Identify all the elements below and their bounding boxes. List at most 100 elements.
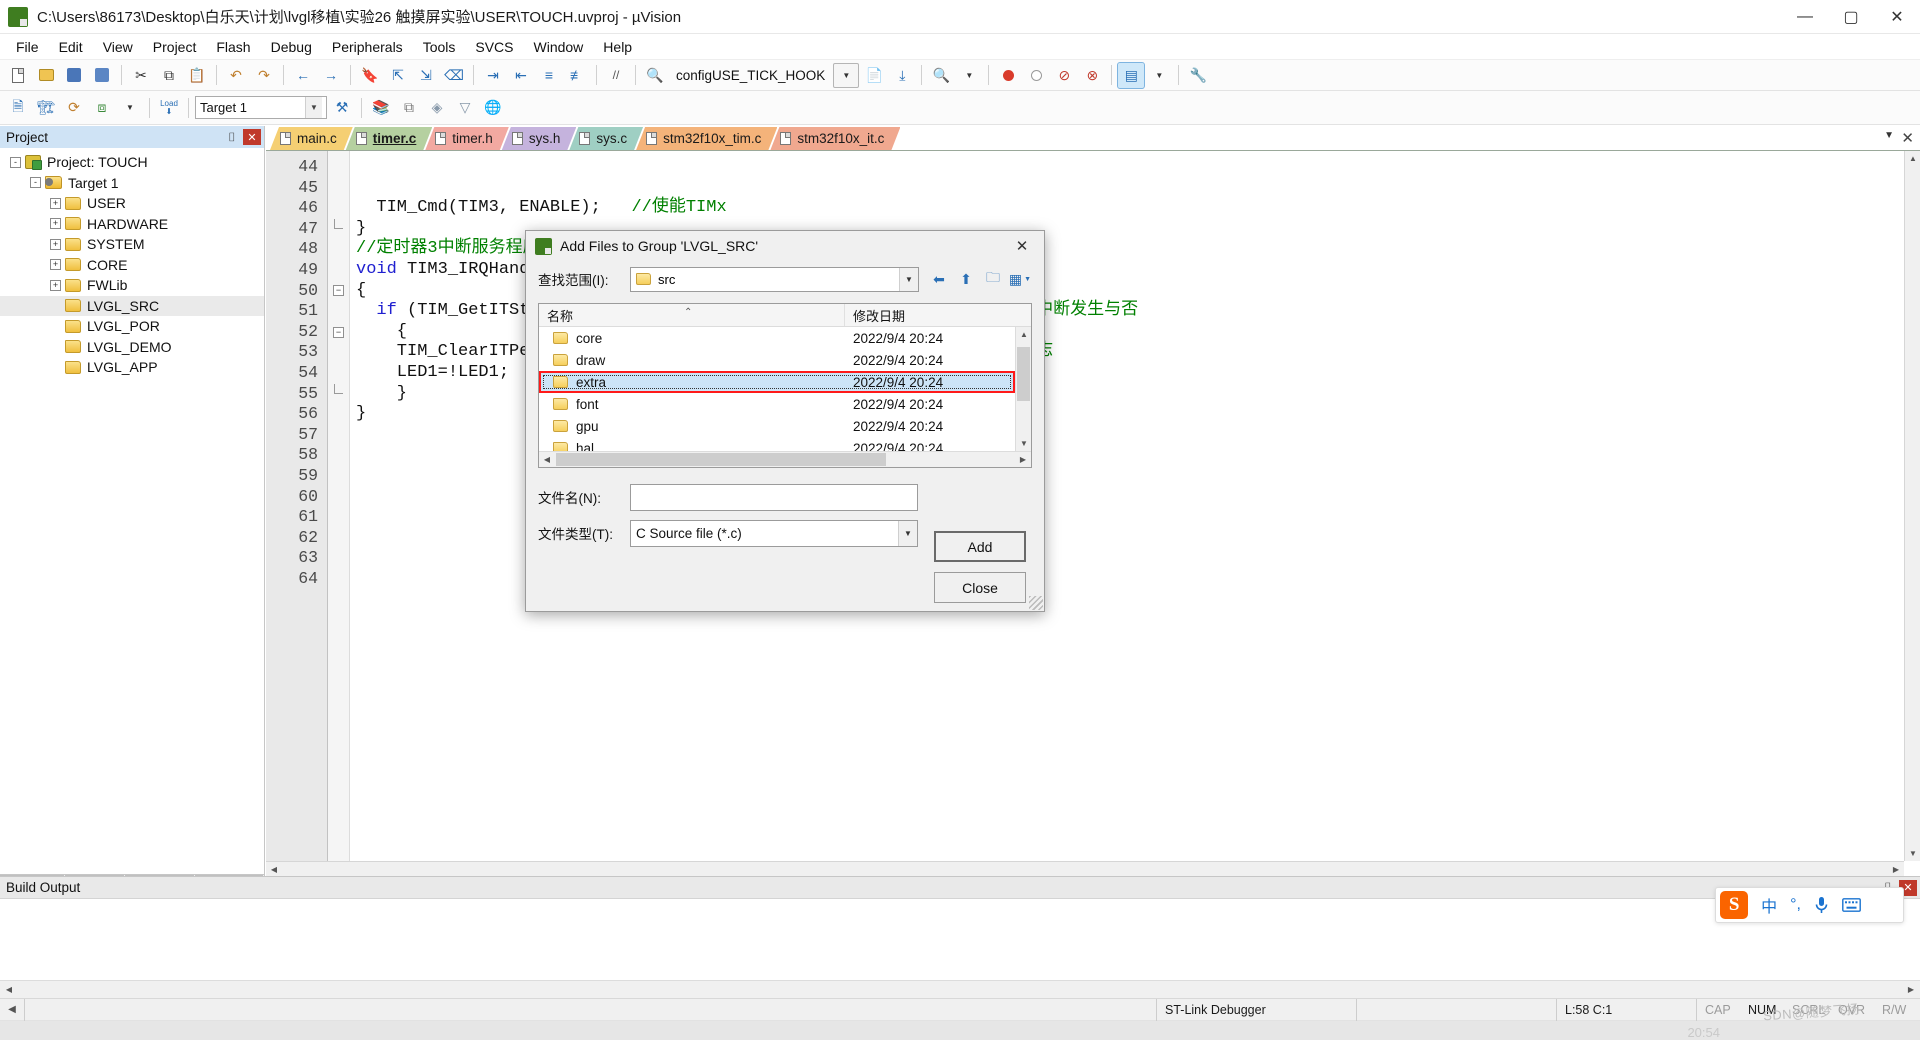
column-header-name[interactable]: 名称 ⌃	[539, 304, 845, 326]
outdent-icon[interactable]: ⇤	[508, 63, 534, 88]
ime-apps-icon[interactable]	[1874, 897, 1890, 913]
tree-item-target-1[interactable]: - Target 1	[0, 173, 264, 194]
navigate-back-icon[interactable]: ←	[290, 63, 316, 88]
menu-file[interactable]: File	[6, 36, 49, 58]
breakpoint-disabled-icon[interactable]	[1023, 63, 1049, 88]
tree-item-user[interactable]: + USER	[0, 193, 264, 214]
build-output-horizontal-scrollbar[interactable]: ◀ ▶	[0, 980, 1920, 998]
editor-vertical-scrollbar[interactable]: ▲ ▼	[1904, 151, 1920, 861]
view-mode-chevron-icon[interactable]: ▼	[1024, 276, 1031, 283]
pin-icon[interactable]: ⌷	[224, 129, 240, 145]
tree-item-lvgl-app[interactable]: LVGL_APP	[0, 357, 264, 378]
editor-horizontal-scrollbar[interactable]: ◀ ▶	[266, 861, 1904, 876]
search-target-icon[interactable]: 🔍	[928, 63, 954, 88]
bookmark-prev-icon[interactable]: ⇱	[385, 63, 411, 88]
file-list-row[interactable]: gpu 2022/9/4 20:24	[539, 415, 1015, 437]
collapse-icon[interactable]: -	[30, 177, 41, 189]
tree-item-lvgl-src[interactable]: LVGL_SRC	[0, 295, 264, 316]
tree-item-lvgl-demo[interactable]: LVGL_DEMO	[0, 337, 264, 358]
target-options-icon[interactable]: ⚒	[329, 95, 355, 120]
close-button[interactable]: ✕	[1874, 0, 1920, 34]
editor-tab-timer-h[interactable]: timer.h	[425, 127, 509, 150]
manage-windows-dropdown-icon[interactable]: ▼	[1146, 63, 1172, 88]
bookmark-next-icon[interactable]: ⇲	[413, 63, 439, 88]
column-header-date[interactable]: 修改日期	[845, 304, 1031, 326]
search-dropdown-icon[interactable]: ▼	[956, 63, 982, 88]
component-icon[interactable]: ◈	[424, 95, 450, 120]
menu-tools[interactable]: Tools	[413, 36, 466, 58]
paste-icon[interactable]: 📋	[184, 63, 210, 88]
tree-item-lvgl-por[interactable]: LVGL_POR	[0, 316, 264, 337]
disable-all-breakpoints-icon[interactable]: ⊘	[1051, 63, 1077, 88]
file-list-row[interactable]: font 2022/9/4 20:24	[539, 393, 1015, 415]
view-mode-button-icon[interactable]: ▦ ▼	[1008, 268, 1032, 291]
expand-icon[interactable]: +	[50, 197, 61, 209]
scroll-right-icon[interactable]: ▶	[1888, 862, 1904, 876]
back-button-icon[interactable]: ⬅	[927, 268, 951, 291]
target-select[interactable]: Target 1 ▼	[195, 96, 327, 119]
kill-all-breakpoints-icon[interactable]: ⊗	[1079, 63, 1105, 88]
tree-item-fwlib[interactable]: + FWLib	[0, 275, 264, 296]
menu-project[interactable]: Project	[143, 36, 207, 58]
close-panel-icon[interactable]: ✕	[243, 129, 261, 145]
dialog-close-button[interactable]: ✕	[1000, 231, 1044, 261]
file-list-row[interactable]: draw 2022/9/4 20:24	[539, 349, 1015, 371]
ime-mode-icon[interactable]: 中	[1761, 893, 1777, 917]
file-list-horizontal-scrollbar[interactable]: ◀ ▶	[539, 451, 1031, 467]
menu-peripherals[interactable]: Peripherals	[322, 36, 413, 58]
file-scroll-down-icon[interactable]: ▼	[1016, 436, 1031, 451]
file-list-vertical-scrollbar[interactable]: ▲ ▼	[1015, 327, 1031, 451]
chevron-down-icon[interactable]: ▼	[305, 97, 322, 118]
batch-build-dropdown-icon[interactable]: ▼	[117, 95, 143, 120]
menu-debug[interactable]: Debug	[261, 36, 322, 58]
fold-marker[interactable]: −	[328, 322, 349, 343]
chevron-down-icon[interactable]: ▼	[898, 520, 917, 546]
filter-icon[interactable]: ▽	[452, 95, 478, 120]
tree-item-system[interactable]: + SYSTEM	[0, 234, 264, 255]
pack-installer-icon[interactable]: 🌐	[480, 95, 506, 120]
editor-tab-stm32f10x-tim-c[interactable]: stm32f10x_tim.c	[636, 127, 777, 150]
build-scroll-right-icon[interactable]: ▶	[1902, 981, 1920, 999]
download-icon[interactable]: Load ⬇	[156, 95, 182, 120]
ime-punctuation-icon[interactable]: °,	[1790, 896, 1801, 914]
tree-item-project-touch[interactable]: - Project: TOUCH	[0, 152, 264, 173]
tab-close-icon[interactable]: ✕	[1901, 129, 1914, 147]
chevron-down-icon[interactable]: ▼	[899, 267, 918, 291]
file-hscroll-left-icon[interactable]: ◀	[539, 452, 555, 467]
file-hscroll-right-icon[interactable]: ▶	[1015, 452, 1031, 467]
menu-view[interactable]: View	[93, 36, 143, 58]
manage-project-items-icon[interactable]: 📚	[368, 95, 394, 120]
tree-item-core[interactable]: + CORE	[0, 255, 264, 276]
bookmark-toggle-icon[interactable]: 🔖	[357, 63, 383, 88]
editor-tab-sys-c[interactable]: sys.c	[569, 127, 643, 150]
up-folder-button-icon[interactable]: ⬆	[954, 268, 978, 291]
breakpoint-icon[interactable]	[995, 63, 1021, 88]
file-scroll-thumb[interactable]	[1017, 347, 1030, 401]
goto-definition-icon[interactable]: ⤓	[889, 63, 915, 88]
cut-icon[interactable]: ✂	[128, 63, 154, 88]
look-in-select[interactable]: src ▼	[630, 266, 919, 292]
fold-marker[interactable]: −	[328, 281, 349, 302]
file-name-input[interactable]	[630, 483, 918, 511]
file-list[interactable]: 名称 ⌃ 修改日期 core 2022/9/4 20:24 draw 2022/9/4…	[538, 303, 1032, 468]
code-fold-column[interactable]: − −	[328, 151, 350, 876]
expand-icon[interactable]: +	[50, 218, 61, 230]
redo-icon[interactable]: ↷	[251, 63, 277, 88]
multi-project-icon[interactable]: ⧉	[396, 95, 422, 120]
tree-item-hardware[interactable]: + HARDWARE	[0, 214, 264, 235]
insert-function-icon[interactable]: 📄	[861, 63, 887, 88]
file-type-select[interactable]: C Source file (*.c) ▼	[630, 519, 918, 547]
editor-tab-sys-h[interactable]: sys.h	[502, 127, 577, 150]
build-output-content[interactable]	[0, 899, 1920, 980]
scroll-up-icon[interactable]: ▲	[1905, 151, 1920, 166]
close-dialog-button[interactable]: Close	[934, 572, 1026, 603]
open-file-icon[interactable]	[33, 63, 59, 88]
file-list-row[interactable]: core 2022/9/4 20:24	[539, 327, 1015, 349]
status-scroll-left-icon[interactable]: ◀	[0, 1004, 24, 1015]
scroll-down-icon[interactable]: ▼	[1905, 846, 1920, 861]
expand-icon[interactable]: +	[50, 259, 61, 271]
uncomment-icon[interactable]: ≢	[564, 63, 590, 88]
find-in-files-icon[interactable]: 🔍	[642, 63, 668, 88]
comment-block-icon[interactable]: //	[603, 63, 629, 88]
ime-voice-icon[interactable]	[1814, 896, 1829, 915]
